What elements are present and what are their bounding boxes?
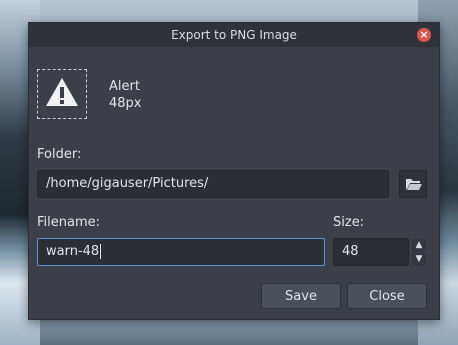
browse-folder-button[interactable] bbox=[399, 170, 427, 198]
warning-icon bbox=[46, 78, 78, 106]
folder-label: Folder: bbox=[37, 147, 82, 162]
close-button[interactable]: Close bbox=[347, 283, 427, 309]
close-window-button[interactable]: × bbox=[417, 28, 431, 42]
dialog-titlebar: Export to PNG Image × bbox=[29, 23, 439, 47]
text-caret bbox=[100, 244, 102, 259]
asset-name: Alert bbox=[109, 79, 140, 94]
size-label: Size: bbox=[333, 215, 365, 230]
close-icon: × bbox=[419, 28, 429, 41]
filename-field[interactable]: warn-48 bbox=[37, 238, 325, 266]
dialog-title: Export to PNG Image bbox=[171, 28, 297, 42]
export-dialog: Export to PNG Image × Alert 48px Folder:… bbox=[28, 22, 440, 320]
save-button[interactable]: Save bbox=[261, 283, 341, 309]
folder-path-field[interactable]: /home/gigauser/Pictures/ bbox=[37, 170, 389, 198]
size-value: 48 bbox=[342, 244, 359, 259]
asset-preview bbox=[37, 69, 87, 119]
chevron-up-icon: ▲ bbox=[415, 240, 423, 250]
size-increment-button[interactable]: ▲ bbox=[412, 239, 426, 252]
filename-value: warn-48 bbox=[46, 244, 100, 259]
filename-label: Filename: bbox=[37, 215, 101, 230]
chevron-down-icon: ▼ bbox=[415, 254, 423, 264]
size-decrement-button[interactable]: ▼ bbox=[412, 253, 426, 266]
folder-path-value: /home/gigauser/Pictures/ bbox=[46, 176, 209, 191]
asset-size: 48px bbox=[109, 96, 142, 111]
folder-open-icon bbox=[406, 179, 422, 190]
size-field[interactable]: 48 bbox=[333, 238, 409, 266]
